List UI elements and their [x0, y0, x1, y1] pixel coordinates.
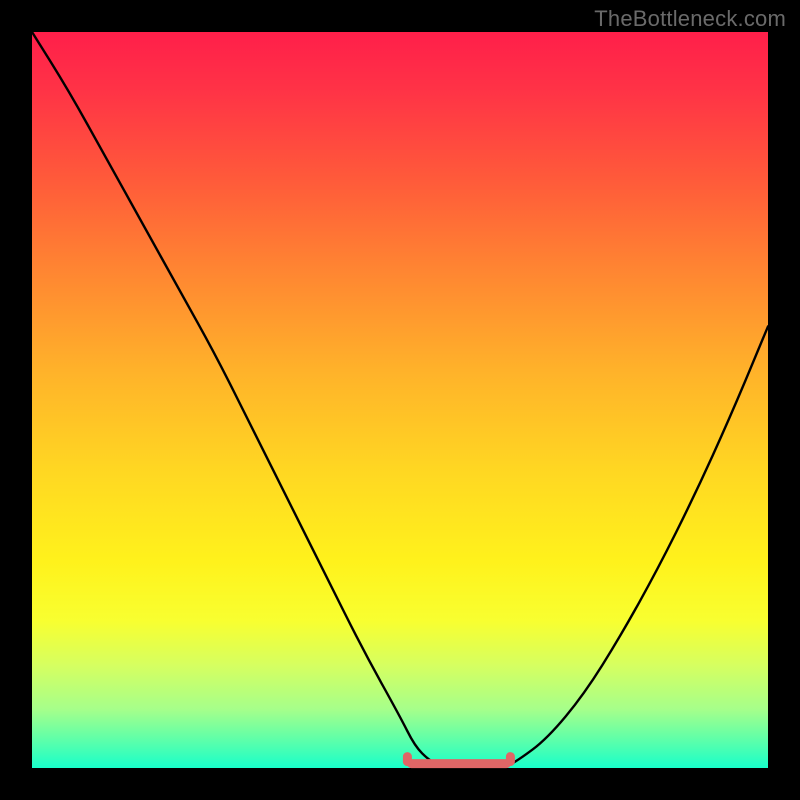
bottom-accent-marker	[407, 757, 510, 764]
chart-frame: TheBottleneck.com	[0, 0, 800, 800]
watermark-text: TheBottleneck.com	[594, 6, 786, 32]
plot-area	[32, 32, 768, 768]
bottleneck-curve-svg	[32, 32, 768, 768]
bottleneck-curve-path	[32, 32, 768, 768]
